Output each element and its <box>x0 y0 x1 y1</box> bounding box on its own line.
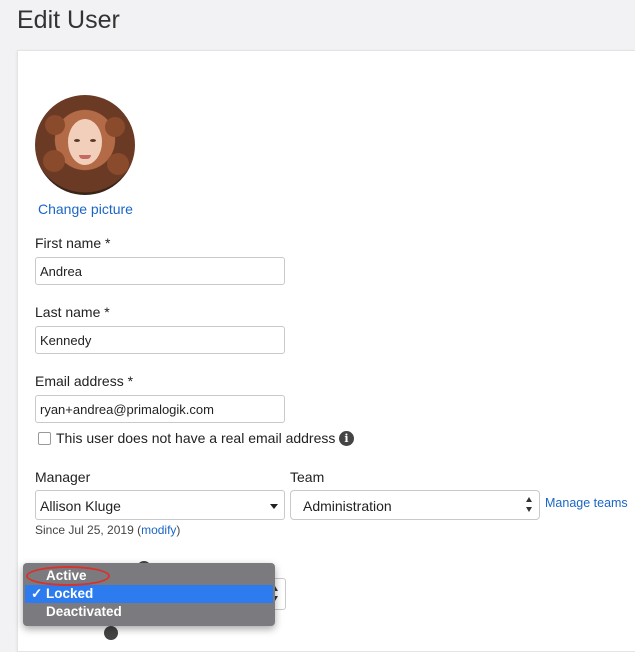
status-option-deactivated[interactable]: Deactivated <box>25 603 273 621</box>
no-email-checkbox[interactable] <box>38 432 51 445</box>
first-name-label: First name * <box>35 235 111 251</box>
annotation-ellipse <box>26 566 110 586</box>
team-select[interactable]: Administration <box>290 490 540 520</box>
avatar <box>35 95 135 195</box>
manager-select-value: Allison Kluge <box>40 498 121 514</box>
email-input[interactable] <box>35 395 285 423</box>
status-option-label: Locked <box>46 586 94 601</box>
manager-select[interactable]: Allison Kluge <box>35 490 285 520</box>
chevron-down-icon <box>270 504 278 509</box>
team-label: Team <box>290 469 325 485</box>
email-label: Email address * <box>35 373 134 389</box>
team-select-value: Administration <box>303 498 392 514</box>
manager-since-text: Since Jul 25, 2019 (modify) <box>35 523 180 537</box>
status-option-label: Deactivated <box>46 604 122 619</box>
first-name-input[interactable] <box>35 257 285 285</box>
no-email-checkbox-label[interactable]: This user does not have a real email add… <box>56 430 335 446</box>
since-modify-link[interactable]: modify <box>141 523 176 537</box>
since-prefix: Since Jul 25, 2019 ( <box>35 523 142 537</box>
checkmark-icon: ✓ <box>31 586 43 601</box>
info-icon[interactable]: i <box>339 431 354 446</box>
status-option-locked[interactable]: ✓ Locked <box>25 585 273 603</box>
up-down-arrows-icon <box>526 497 534 513</box>
since-suffix: ) <box>176 523 181 537</box>
obscured-bottom-info-icon <box>104 626 118 640</box>
manage-teams-link[interactable]: Manage teams <box>545 496 628 510</box>
page-title: Edit User <box>17 6 120 34</box>
last-name-input[interactable] <box>35 326 285 354</box>
last-name-label: Last name * <box>35 304 110 320</box>
manager-label: Manager <box>35 469 91 485</box>
change-picture-link[interactable]: Change picture <box>38 201 133 217</box>
